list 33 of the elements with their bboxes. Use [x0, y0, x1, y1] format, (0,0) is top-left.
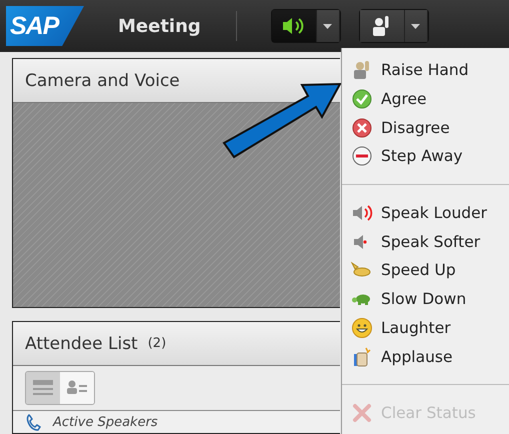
- view-toggle[interactable]: [26, 372, 60, 404]
- caret-icon: [323, 24, 332, 28]
- menu-item[interactable]: Disagree: [342, 113, 509, 142]
- phone-icon: [25, 413, 43, 431]
- menu-item[interactable]: Agree: [342, 84, 509, 114]
- speaker-icon: [282, 16, 306, 36]
- menu-item[interactable]: Slow Down: [342, 284, 509, 314]
- menu-item[interactable]: Speed Up: [342, 256, 509, 285]
- dropdown-button[interactable]: [316, 10, 340, 42]
- smiley-icon: [351, 316, 373, 339]
- dropdown-button[interactable]: [404, 10, 428, 42]
- logo: SAP: [6, 6, 84, 46]
- clapping-hands-icon: [351, 346, 373, 368]
- group-label: Active Speakers: [53, 414, 158, 430]
- menu-item[interactable]: Speak Softer: [342, 227, 509, 256]
- panel-title: Camera and Voice: [25, 70, 180, 90]
- status-button[interactable]: [360, 10, 405, 42]
- app-title: Meeting: [118, 16, 201, 36]
- attendee-count: (2): [148, 336, 166, 351]
- menu-item[interactable]: Step Away: [342, 142, 509, 171]
- clear-icon: [351, 402, 373, 424]
- speaker-button[interactable]: [272, 10, 317, 42]
- menu-item[interactable]: Raise Hand: [342, 56, 509, 85]
- menu-item[interactable]: Speak Louder: [342, 198, 509, 228]
- caret-icon: [411, 24, 420, 28]
- panel-title: Attendee List: [25, 334, 138, 354]
- view-toggle[interactable]: [60, 372, 94, 404]
- menu-item[interactable]: Laughter: [342, 314, 509, 342]
- check-icon: [351, 88, 373, 110]
- minus-icon: [351, 145, 373, 168]
- list-icon: [32, 378, 54, 398]
- cross-icon: [351, 116, 373, 139]
- menu-item[interactable]: Applause: [342, 342, 509, 371]
